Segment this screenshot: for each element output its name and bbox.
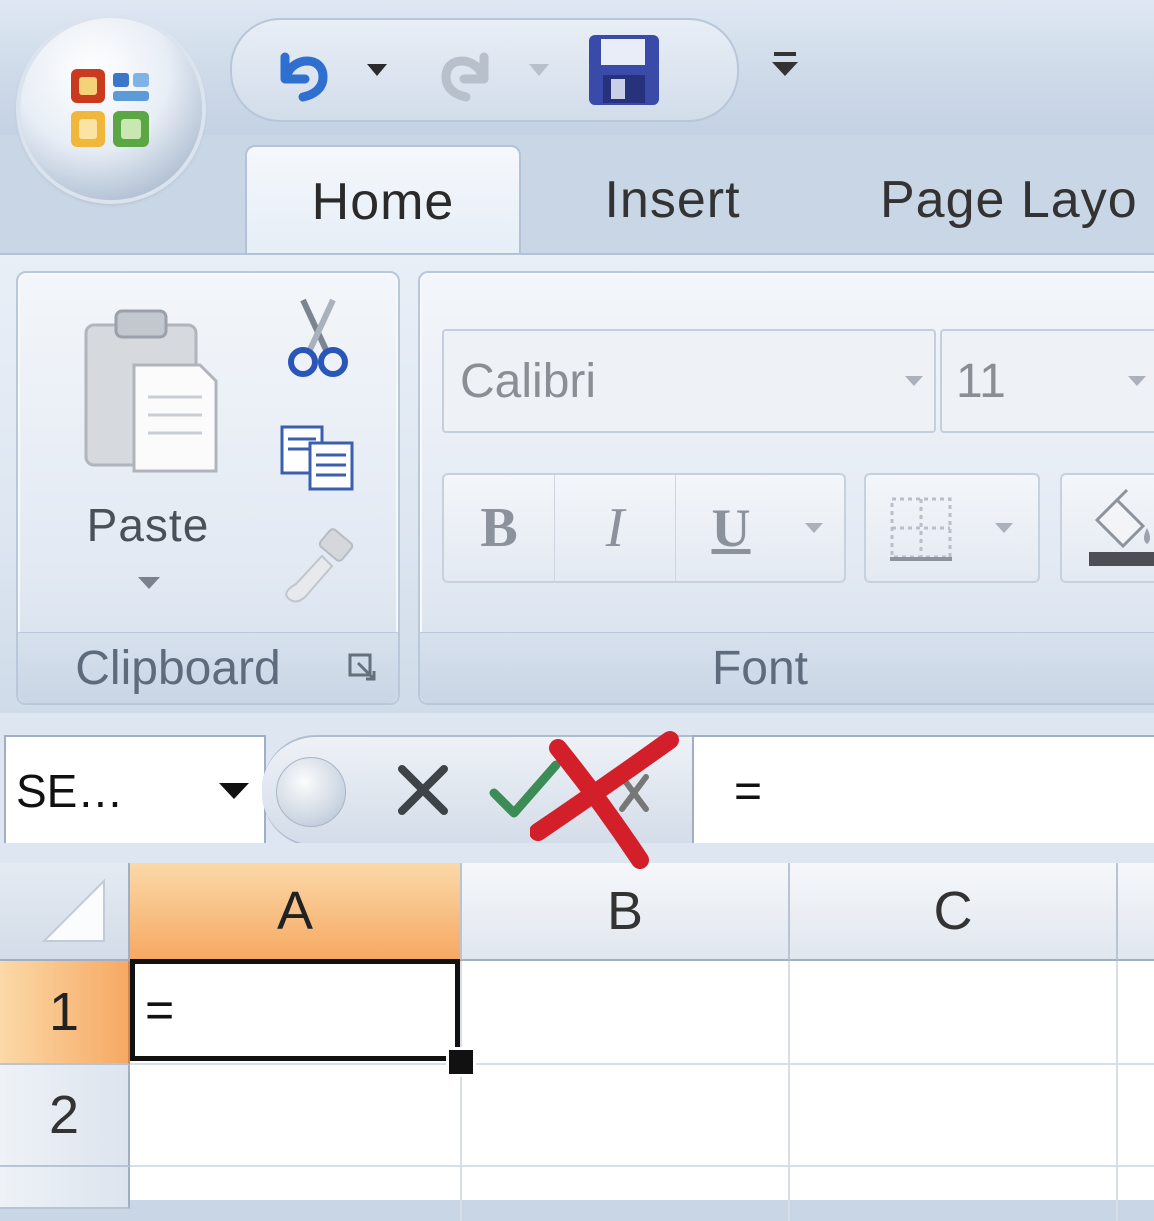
name-box-dropdown[interactable]: [204, 781, 264, 801]
borders-icon: [890, 497, 952, 561]
formula-bar-resize-knob[interactable]: [276, 757, 346, 827]
chevron-down-icon: [805, 523, 823, 533]
paste-button[interactable]: Paste: [58, 293, 238, 613]
format-painter-icon: [285, 528, 354, 603]
formula-input[interactable]: =: [692, 735, 1154, 847]
clipboard-label-text: Clipboard: [75, 641, 281, 695]
paste-icon: [84, 309, 218, 473]
fill-handle[interactable]: [446, 1047, 476, 1077]
quick-access-toolbar: [230, 18, 739, 122]
formula-input-value: =: [734, 764, 763, 818]
row-header-2[interactable]: 2: [0, 1065, 130, 1167]
tab-insert[interactable]: Insert: [560, 145, 785, 255]
gridline: [130, 1165, 1154, 1167]
format-painter-button[interactable]: [268, 523, 368, 613]
font-name-dropdown[interactable]: [894, 331, 934, 431]
select-all-button[interactable]: [0, 863, 130, 961]
save-icon: [589, 35, 659, 105]
tab-home[interactable]: Home: [245, 145, 521, 257]
undo-dropdown-button[interactable]: [360, 30, 394, 110]
name-box-value: SE…: [16, 765, 124, 817]
undo-button[interactable]: [262, 30, 342, 110]
tab-page-layout[interactable]: Page Layo: [880, 145, 1154, 255]
worksheet-grid: A B C 1 2 =: [0, 843, 1154, 1221]
font-name-select[interactable]: Calibri: [442, 329, 936, 433]
paste-label: Paste: [86, 499, 210, 551]
clipboard-group: Paste Clipboard: [16, 271, 400, 705]
redo-button[interactable]: [427, 30, 507, 110]
underline-button[interactable]: U: [676, 475, 786, 581]
font-label-text: Font: [711, 641, 809, 695]
italic-button[interactable]: I: [555, 475, 676, 581]
column-header-next[interactable]: [1118, 863, 1154, 961]
text-style-buttons: B I U: [442, 473, 846, 583]
chevron-down-icon: [1128, 376, 1146, 386]
font-size-dropdown[interactable]: [1102, 331, 1154, 431]
ribbon: Paste Clipboard Calibri 11 B I U Font: [0, 253, 1154, 715]
font-group: Calibri 11 B I U Font: [418, 271, 1154, 705]
annotation-red-x-icon: [530, 731, 679, 869]
borders-control: [864, 473, 1040, 583]
font-group-label: Font: [420, 632, 1154, 703]
redo-dropdown-button[interactable]: [522, 30, 556, 110]
fill-color-button[interactable]: [1060, 473, 1154, 583]
gridline: [1116, 961, 1118, 1221]
font-size-value: 11: [956, 354, 1006, 408]
font-name-value: Calibri: [460, 354, 597, 408]
dialog-launcher-icon[interactable]: [346, 651, 380, 685]
font-size-select[interactable]: 11: [940, 329, 1154, 433]
customize-qat-button[interactable]: [760, 40, 810, 90]
customize-arrow-icon: [772, 52, 798, 76]
chevron-down-icon: [529, 64, 549, 76]
chevron-down-icon: [995, 523, 1013, 533]
chevron-down-icon: [219, 783, 249, 799]
gridline: [460, 961, 462, 1221]
office-button[interactable]: [20, 18, 202, 200]
cut-button[interactable]: [268, 293, 368, 383]
save-button[interactable]: [584, 30, 664, 110]
cancel-icon[interactable]: [388, 755, 458, 825]
cut-icon: [288, 298, 348, 377]
row-header-1[interactable]: 1: [0, 961, 130, 1065]
bold-button[interactable]: B: [444, 475, 555, 581]
cell-a1-value: =: [145, 982, 175, 1038]
borders-dropdown[interactable]: [976, 475, 1032, 581]
copy-button[interactable]: [268, 413, 368, 503]
row-header-next[interactable]: [0, 1167, 130, 1209]
fill-color-icon: [1089, 488, 1154, 566]
chevron-down-icon: [367, 64, 387, 76]
gridline: [788, 961, 790, 1221]
undo-icon: [280, 52, 328, 102]
gridline: [130, 1063, 1154, 1065]
select-all-triangle-icon: [41, 878, 105, 942]
column-header-c[interactable]: C: [790, 863, 1118, 961]
underline-dropdown[interactable]: [786, 475, 842, 581]
column-header-b[interactable]: B: [462, 863, 790, 961]
borders-button[interactable]: [866, 475, 976, 581]
redo-icon: [441, 52, 489, 102]
clipboard-group-label: Clipboard: [18, 632, 398, 703]
name-box[interactable]: SE…: [4, 735, 266, 847]
chevron-down-icon: [138, 577, 160, 589]
chevron-down-icon: [905, 376, 923, 386]
column-header-a[interactable]: A: [130, 863, 462, 961]
cell-a1-active[interactable]: =: [130, 959, 460, 1061]
office-logo-icon: [71, 69, 149, 147]
copy-icon: [280, 425, 354, 491]
